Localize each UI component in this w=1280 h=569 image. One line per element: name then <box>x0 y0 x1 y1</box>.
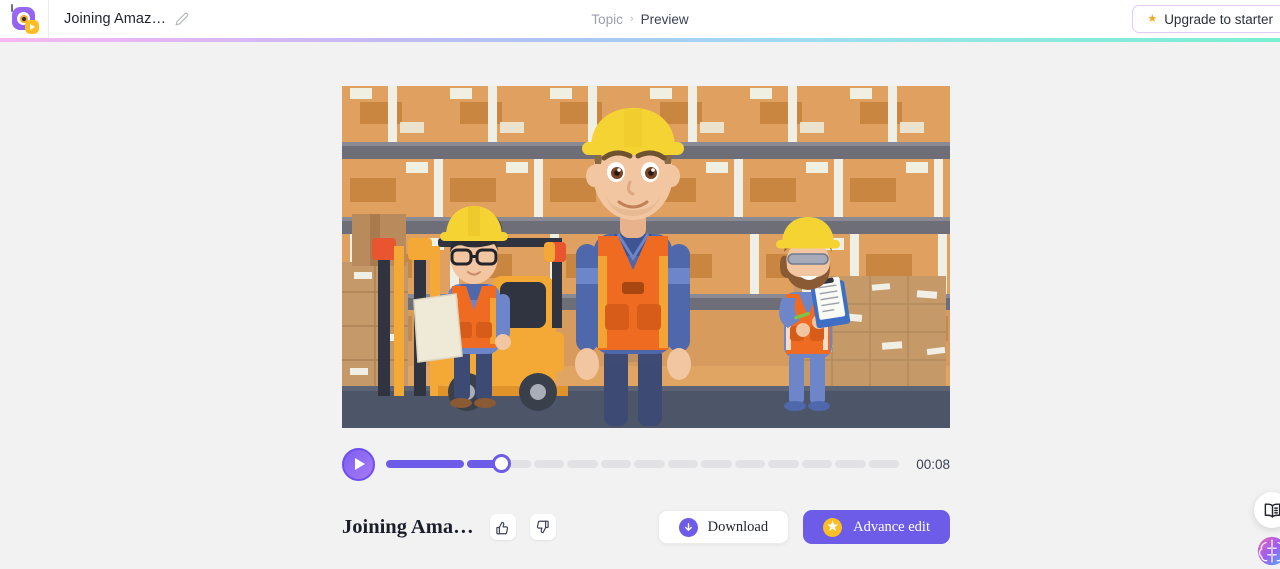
time-display: 00:08 <box>910 457 950 472</box>
progress-thumb[interactable] <box>492 454 511 473</box>
progress-segment <box>601 460 631 468</box>
progress-segment <box>701 460 731 468</box>
logo-play-badge-icon <box>25 20 39 34</box>
download-button[interactable]: Download <box>658 510 789 544</box>
brain-icon <box>1255 534 1280 568</box>
progress-segment <box>802 460 832 468</box>
main-stage: 00:08 Joining Ama… <box>0 42 1280 566</box>
upgrade-button[interactable]: ★ Upgrade to starter <box>1132 5 1280 33</box>
video-title: Joining Ama… <box>342 516 474 539</box>
warehouse-illustration <box>342 86 950 428</box>
progress-segment <box>634 460 664 468</box>
upgrade-label: Upgrade to starter <box>1164 12 1273 27</box>
document-title: Joining Amaz… <box>64 11 166 27</box>
star-icon: ★ <box>823 518 842 537</box>
video-preview[interactable] <box>342 86 950 428</box>
video-action-bar: Joining Ama… <box>342 507 950 547</box>
play-icon <box>355 458 365 470</box>
progress-segment <box>869 460 899 468</box>
thumbs-down-icon <box>535 520 550 535</box>
breadcrumb-topic[interactable]: Topic <box>591 12 623 27</box>
thumbs-down-button[interactable] <box>530 514 556 540</box>
progress-segment <box>567 460 597 468</box>
progress-track[interactable] <box>386 455 899 473</box>
book-icon <box>1263 501 1280 520</box>
ai-assistant-button[interactable] <box>1254 533 1280 569</box>
progress-segment <box>768 460 798 468</box>
progress-segment <box>534 460 564 468</box>
thumbs-up-button[interactable] <box>490 514 516 540</box>
progress-segment <box>735 460 765 468</box>
app-root: Joining Amaz… Topic › Preview ★ Upgrade … <box>0 0 1280 566</box>
download-label: Download <box>708 519 768 536</box>
breadcrumb-preview[interactable]: Preview <box>641 12 689 27</box>
pencil-icon[interactable] <box>175 12 189 26</box>
advance-edit-label: Advance edit <box>853 519 930 536</box>
logo-cell <box>0 0 49 38</box>
progress-segment <box>668 460 698 468</box>
progress-segment <box>386 460 464 468</box>
video-player-controls: 00:08 <box>342 444 950 484</box>
thumbs-up-icon <box>495 520 510 535</box>
advance-edit-button[interactable]: ★ Advance edit <box>803 510 950 544</box>
progress-segment <box>835 460 865 468</box>
app-logo[interactable] <box>9 4 39 34</box>
play-button[interactable] <box>342 448 375 481</box>
star-icon: ★ <box>1147 14 1157 25</box>
download-arrow-icon <box>679 518 698 537</box>
